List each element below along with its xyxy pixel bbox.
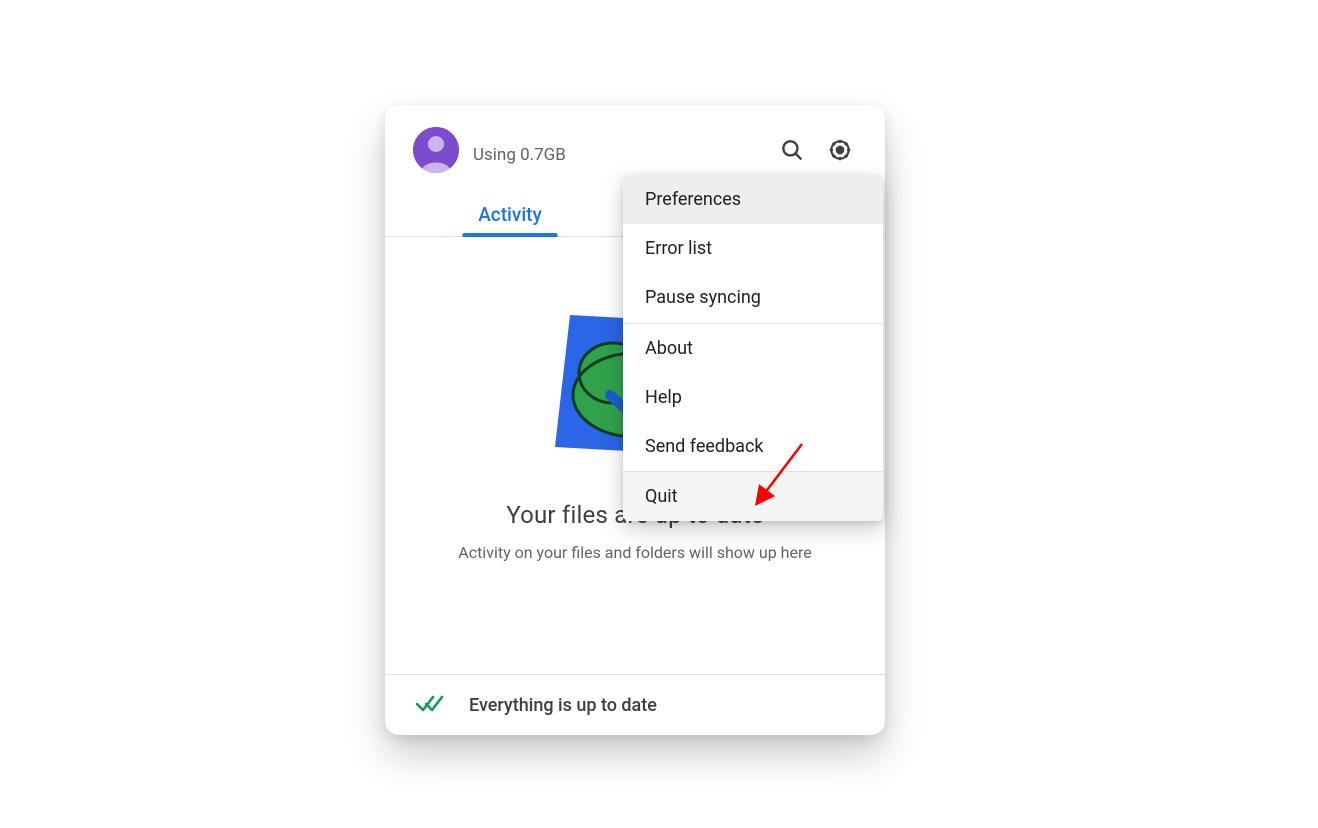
account-avatar[interactable] bbox=[413, 127, 459, 173]
settings-menu: Preferences Error list Pause syncing Abo… bbox=[623, 175, 883, 521]
popup-footer: Everything is up to date bbox=[385, 674, 885, 735]
menu-item-preferences[interactable]: Preferences bbox=[623, 175, 883, 224]
menu-item-about[interactable]: About bbox=[623, 324, 883, 373]
status-subtext: Activity on your files and folders will … bbox=[385, 543, 885, 562]
footer-status-text: Everything is up to date bbox=[469, 695, 657, 716]
menu-item-error-list[interactable]: Error list bbox=[623, 224, 883, 273]
search-icon[interactable] bbox=[775, 133, 809, 167]
tab-activity[interactable]: Activity bbox=[385, 195, 635, 236]
double-check-icon bbox=[415, 693, 447, 717]
menu-item-send-feedback[interactable]: Send feedback bbox=[623, 422, 883, 471]
menu-item-help[interactable]: Help bbox=[623, 373, 883, 422]
menu-item-pause-syncing[interactable]: Pause syncing bbox=[623, 273, 883, 322]
gear-icon[interactable] bbox=[823, 133, 857, 167]
menu-item-quit[interactable]: Quit bbox=[623, 472, 883, 521]
storage-usage-label: Using 0.7GB bbox=[473, 135, 761, 165]
popup-header: Using 0.7GB bbox=[385, 105, 885, 181]
